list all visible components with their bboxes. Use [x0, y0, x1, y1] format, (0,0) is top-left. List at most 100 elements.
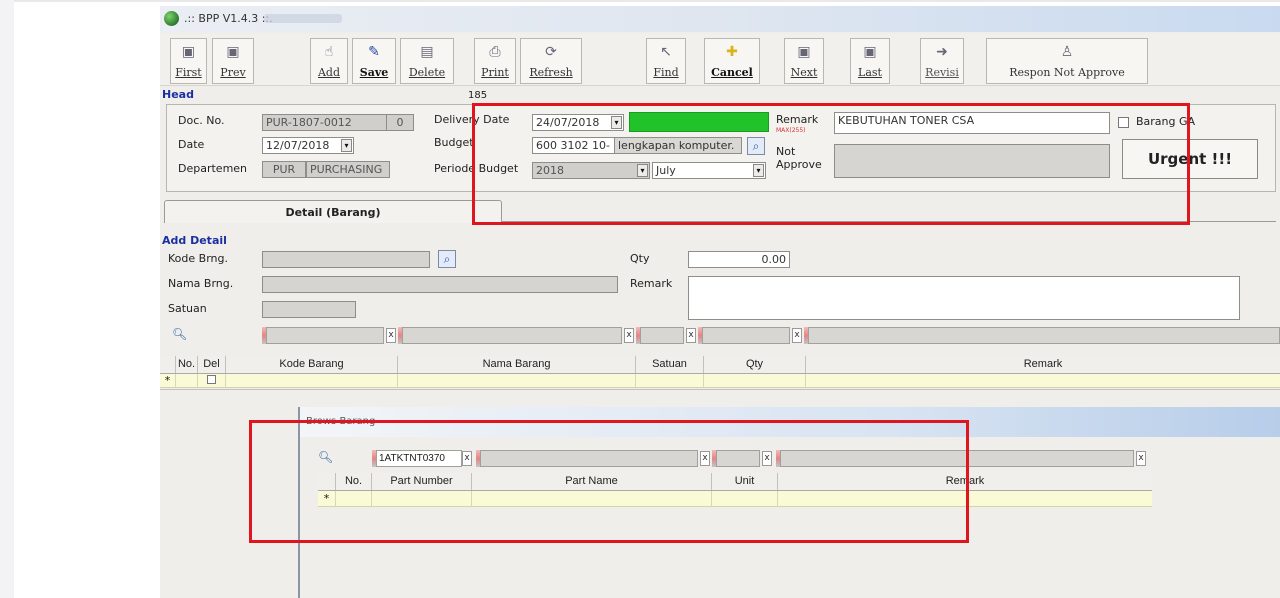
last-button[interactable]: ▣ Last: [850, 38, 890, 84]
detail-grid-header: No. Del Kode Barang Nama Barang Satuan Q…: [160, 356, 1280, 374]
nama-brng-field: [262, 276, 618, 293]
col-del[interactable]: Del: [198, 356, 226, 373]
tab-detail-barang-label: Detail (Barang): [285, 206, 381, 219]
revisi-icon: ➜: [936, 44, 948, 60]
first-label: First: [175, 66, 202, 79]
clear-filter-icon[interactable]: x: [686, 328, 696, 343]
last-page-icon: ▣: [863, 44, 877, 60]
row-indicator-header: [160, 356, 176, 373]
save-button[interactable]: ✎ Save: [352, 38, 396, 84]
clear-filter-icon[interactable]: x: [624, 328, 634, 343]
new-row-nama: [398, 374, 636, 388]
prev-button[interactable]: ▣ Prev: [212, 38, 254, 84]
respon-not-approve-button[interactable]: ♙ Respon Not Approve: [986, 38, 1148, 84]
next-label: Next: [790, 66, 818, 79]
chevron-down-icon[interactable]: ▾: [341, 139, 352, 152]
revisi-label: Revisi: [925, 66, 959, 79]
kode-lookup-icon[interactable]: ⌕: [438, 250, 456, 268]
print-button[interactable]: ⎙ Print: [474, 38, 516, 84]
kode-brng-label: Kode Brng.: [168, 252, 228, 265]
add-label: Add: [317, 66, 341, 79]
title-bar: .:: BPP V1.4.3 ::.: [160, 6, 1280, 32]
first-page-icon: ▣: [181, 44, 196, 60]
new-row-kode: [226, 374, 398, 388]
respon-not-approve-label: Respon Not Approve: [1009, 66, 1125, 79]
delete-button[interactable]: ▤ Delete: [400, 38, 454, 84]
globe-icon: [164, 11, 179, 26]
satuan-label: Satuan: [168, 302, 207, 315]
filter-qty[interactable]: [702, 327, 790, 344]
delete-label: Delete: [408, 66, 446, 79]
detail-remark-label: Remark: [630, 277, 673, 290]
save-label: Save: [359, 66, 389, 79]
cancel-label: Cancel: [711, 66, 753, 79]
col-qty[interactable]: Qty: [704, 356, 806, 373]
first-button[interactable]: ▣ First: [170, 38, 207, 84]
grid-divider: [160, 389, 1280, 390]
tab-detail-barang[interactable]: Detail (Barang): [164, 200, 502, 223]
new-row-qty: [704, 374, 806, 388]
clear-filter-icon[interactable]: x: [386, 328, 396, 343]
prev-label: Prev: [220, 66, 246, 79]
add-button[interactable]: ☝ Add: [310, 38, 348, 84]
clear-filter-icon[interactable]: x: [792, 328, 802, 343]
detail-grid-new-row[interactable]: *: [160, 374, 1280, 388]
kode-brng-field[interactable]: [262, 251, 430, 268]
annotation-box-head: [472, 103, 1190, 225]
next-icon: ▣: [797, 44, 811, 60]
top-border: [0, 0, 1280, 2]
next-button[interactable]: ▣ Next: [784, 38, 824, 84]
left-margin: [0, 0, 14, 598]
filter-remark[interactable]: [808, 327, 1280, 344]
save-icon: ✎: [368, 44, 380, 60]
print-label: Print: [481, 66, 509, 79]
last-label: Last: [858, 66, 882, 79]
satuan-field: [262, 301, 356, 318]
dept-name-field: PURCHASING: [306, 161, 390, 178]
refresh-button[interactable]: ⟳ Refresh: [520, 38, 582, 84]
cancel-button[interactable]: ✚ Cancel: [704, 38, 760, 84]
doc-no-label: Doc. No.: [178, 114, 225, 127]
window-title: .:: BPP V1.4.3 ::.: [184, 12, 273, 25]
filter-nama-barang[interactable]: [402, 327, 622, 344]
detail-remark-input[interactable]: [688, 276, 1240, 320]
prev-icon: ▣: [226, 44, 240, 60]
budget-label: Budget: [434, 136, 474, 149]
departemen-label: Departemen: [178, 162, 248, 175]
date-picker[interactable]: 12/07/2018 ▾: [262, 137, 354, 154]
nama-brng-label: Nama Brng.: [168, 277, 234, 290]
qty-label: Qty: [630, 252, 650, 265]
col-kode-barang[interactable]: Kode Barang: [226, 356, 398, 373]
refresh-icon: ⟳: [545, 44, 557, 60]
new-row-satuan: [636, 374, 704, 388]
new-row-no: [176, 374, 198, 388]
doc-no-field: PUR-1807-0012: [262, 114, 390, 131]
print-icon: ⎙: [489, 44, 501, 60]
head-section-label: Head: [162, 88, 194, 101]
col-no[interactable]: No.: [176, 356, 198, 373]
col-remark[interactable]: Remark: [806, 356, 1280, 373]
respon-icon: ♙: [1060, 44, 1074, 60]
annotation-box-browse: [249, 420, 969, 543]
find-button[interactable]: ↖ Find: [646, 38, 686, 84]
title-redacted: [264, 14, 342, 23]
filter-kode-barang[interactable]: [266, 327, 384, 344]
revisi-button[interactable]: ➜ Revisi: [920, 38, 964, 84]
col-nama-barang[interactable]: Nama Barang: [398, 356, 636, 373]
new-row-del: [198, 374, 226, 388]
dept-code-field: PUR: [262, 161, 306, 178]
qty-input[interactable]: 0.00: [688, 251, 790, 268]
cancel-icon: ✚: [726, 44, 738, 60]
col-satuan[interactable]: Satuan: [636, 356, 704, 373]
clear-filter-icon[interactable]: x: [1136, 451, 1146, 466]
delete-icon: ▤: [420, 44, 434, 60]
doc-rev-field: 0: [386, 114, 414, 131]
add-icon: ☝: [324, 44, 334, 60]
date-label: Date: [178, 138, 205, 151]
filter-satuan[interactable]: [640, 327, 684, 344]
new-row-marker: *: [160, 374, 176, 388]
add-detail-label: Add Detail: [162, 234, 227, 247]
magnifier-icon[interactable]: 🔍︎: [172, 327, 187, 341]
date-value: 12/07/2018: [266, 139, 330, 152]
del-checkbox[interactable]: [207, 375, 216, 384]
